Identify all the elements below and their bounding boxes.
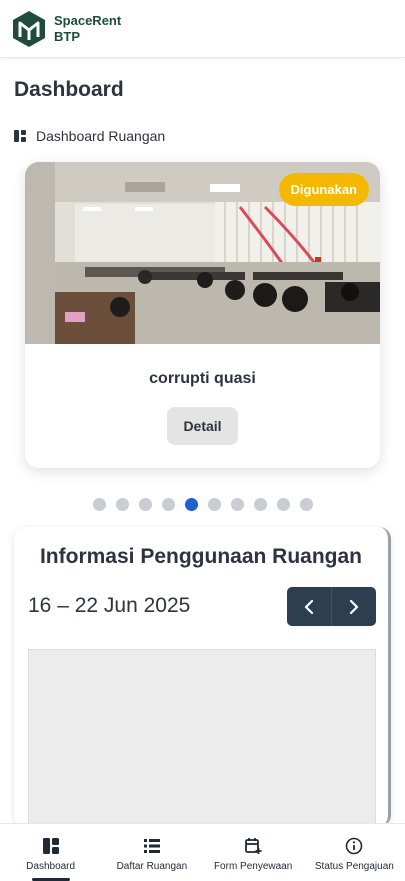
nav-item-status-pengajuan[interactable]: Status Pengajuan [304, 824, 405, 881]
nav-item-form-penyewaan[interactable]: Form Penyewaan [203, 824, 304, 881]
nav-item-dashboard[interactable]: Dashboard [0, 824, 101, 881]
list-icon [143, 839, 160, 853]
carousel-dot[interactable] [93, 498, 106, 511]
week-navigation [287, 587, 376, 626]
carousel-dot[interactable] [277, 498, 290, 511]
info-icon [346, 837, 363, 855]
page-title: Dashboard [14, 78, 124, 101]
carousel-dot[interactable] [162, 498, 175, 511]
brand-name: SpaceRent BTP [54, 13, 121, 45]
room-photo: Digunakan [25, 162, 380, 344]
calendar-area[interactable] [28, 649, 376, 827]
carousel-dot[interactable] [300, 498, 313, 511]
prev-week-button[interactable] [287, 587, 331, 626]
carousel-dot-active[interactable] [185, 498, 198, 511]
spacerent-logo[interactable] [12, 10, 46, 48]
chevron-left-icon [304, 599, 314, 614]
brand-line-1: SpaceRent [54, 12, 122, 28]
room-name: corrupti quasi [149, 370, 256, 387]
detail-button[interactable]: Detail [167, 407, 238, 445]
carousel-dot[interactable] [139, 498, 152, 511]
carousel-dot[interactable] [254, 498, 267, 511]
carousel-dot[interactable] [231, 498, 244, 511]
nav-label-form-penyewaan: Form Penyewaan [213, 861, 293, 872]
calendar-plus-icon [245, 838, 262, 854]
carousel-dot[interactable] [116, 498, 129, 511]
top-bar: SpaceRent BTP [0, 0, 405, 58]
breadcrumb: Dashboard Ruangan [14, 128, 165, 144]
date-range: 16 – 22 Jun 2025 [28, 594, 191, 617]
nav-label-status-pengajuan: Status Pengajuan [314, 861, 394, 872]
status-badge: Digunakan [278, 173, 369, 206]
nav-label-daftar-ruangan: Daftar Ruangan [116, 861, 188, 872]
carousel-dot[interactable] [208, 498, 221, 511]
carousel-dots [93, 498, 323, 511]
nav-item-daftar-ruangan[interactable]: Daftar Ruangan [101, 824, 202, 881]
nav-label-dashboard: Dashboard [26, 861, 76, 872]
usage-info-title: Informasi Penggunaan Ruangan [39, 545, 363, 568]
next-week-button[interactable] [331, 587, 376, 626]
usage-info-panel: Informasi Penggunaan Ruangan 16 – 22 Jun… [14, 527, 391, 827]
dashboard-icon [42, 838, 59, 854]
breadcrumb-label: Dashboard Ruangan [36, 128, 166, 144]
chevron-right-icon [349, 599, 359, 614]
brand-line-2: BTP [54, 28, 80, 44]
room-card: Digunakan corrupti quasi Detail [25, 162, 380, 468]
bottom-navigation: Dashboard Daftar Ruangan Form Penyewaan … [0, 823, 405, 881]
dashboard-icon [14, 130, 26, 142]
